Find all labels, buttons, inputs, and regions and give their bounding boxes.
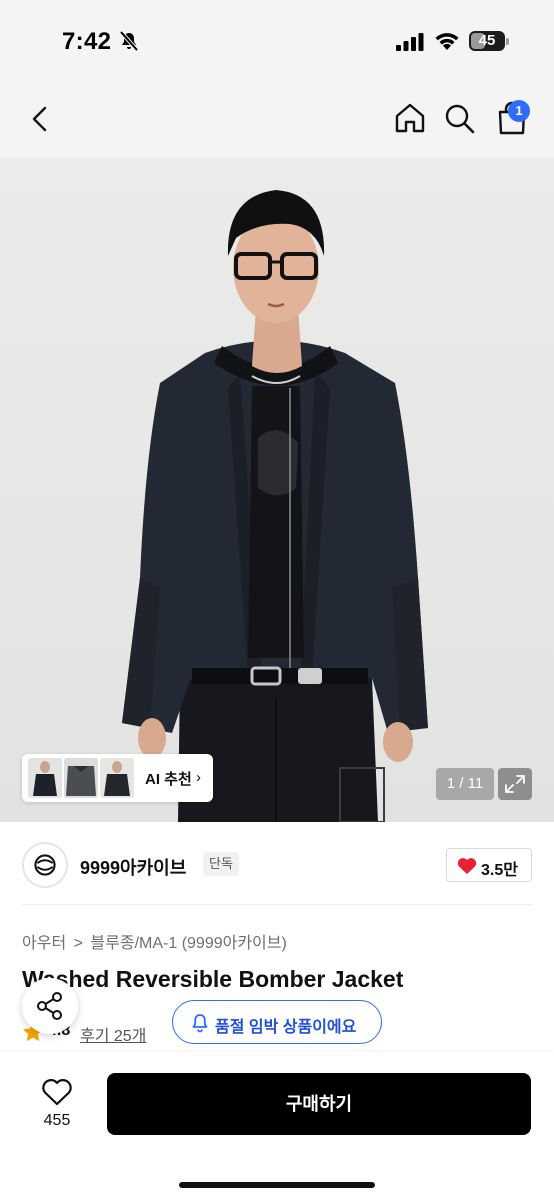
breadcrumb-category[interactable]: 아우터 (22, 935, 66, 952)
wishlist-count: 455 (43, 1112, 71, 1129)
wifi-icon (435, 33, 459, 50)
wishlist-button[interactable]: 455 (30, 1074, 84, 1134)
buy-button[interactable]: 구매하기 (107, 1073, 531, 1135)
battery-percent: 45 (478, 32, 496, 49)
brand-like-count: 3.5만 (481, 862, 518, 879)
share-button[interactable] (22, 978, 78, 1034)
cellular-signal-icon (396, 33, 424, 51)
image-counter: 1 / 11 (436, 768, 494, 800)
bottom-action-bar: 455 구매하기 (0, 1052, 554, 1200)
heart-outline-icon (42, 1079, 72, 1106)
breadcrumb-separator: > (73, 935, 83, 952)
divider (22, 904, 532, 905)
share-icon (37, 992, 62, 1020)
app-header (0, 80, 554, 158)
ai-recommend-label: AI 추천 (145, 771, 192, 788)
breadcrumb-subcategory[interactable]: 블루종/MA-1 (9999아카이브) (90, 935, 286, 952)
product-image-gallery[interactable]: AI 추천 › 1 / 11 (0, 158, 554, 822)
cart-count-badge: 1 (508, 100, 530, 122)
search-icon[interactable] (443, 102, 477, 136)
exclusive-badge: 단독 (203, 852, 239, 876)
chevron-right-icon: › (196, 769, 201, 786)
thumbnail[interactable] (100, 758, 134, 798)
home-indicator (179, 1182, 375, 1188)
brand-logo[interactable] (22, 842, 68, 888)
thumbnail[interactable] (28, 758, 62, 798)
product-photo (122, 190, 428, 822)
low-stock-notice[interactable]: 품절 임박 상품이에요 (172, 1000, 382, 1044)
bell-icon (192, 1014, 208, 1033)
heart-filled-icon (457, 858, 477, 874)
thumbnail[interactable] (64, 758, 98, 798)
product-title: Washed Reversible Bomber Jacket (22, 966, 404, 992)
brand-row: 9999아카이브 단독 3.5만 (0, 822, 554, 906)
brand-like-button[interactable]: 3.5만 (446, 848, 532, 882)
review-link[interactable]: 후기 25개 (80, 1022, 146, 1046)
expand-icon[interactable] (498, 768, 532, 800)
breadcrumb: 아우터 > 블루종/MA-1 (9999아카이브) (22, 929, 287, 953)
battery-icon: 45 (469, 31, 509, 51)
ai-recommend-strip[interactable]: AI 추천 › (22, 754, 213, 802)
low-stock-label: 품절 임박 상품이에요 (215, 1019, 357, 1036)
status-bar: 7:42 45 (0, 0, 554, 80)
chevron-left-icon[interactable] (24, 102, 58, 136)
bell-slash-icon (119, 31, 139, 51)
brand-name[interactable]: 9999아카이브 (80, 854, 186, 880)
home-icon[interactable] (392, 100, 428, 136)
status-time: 7:42 (62, 28, 112, 55)
